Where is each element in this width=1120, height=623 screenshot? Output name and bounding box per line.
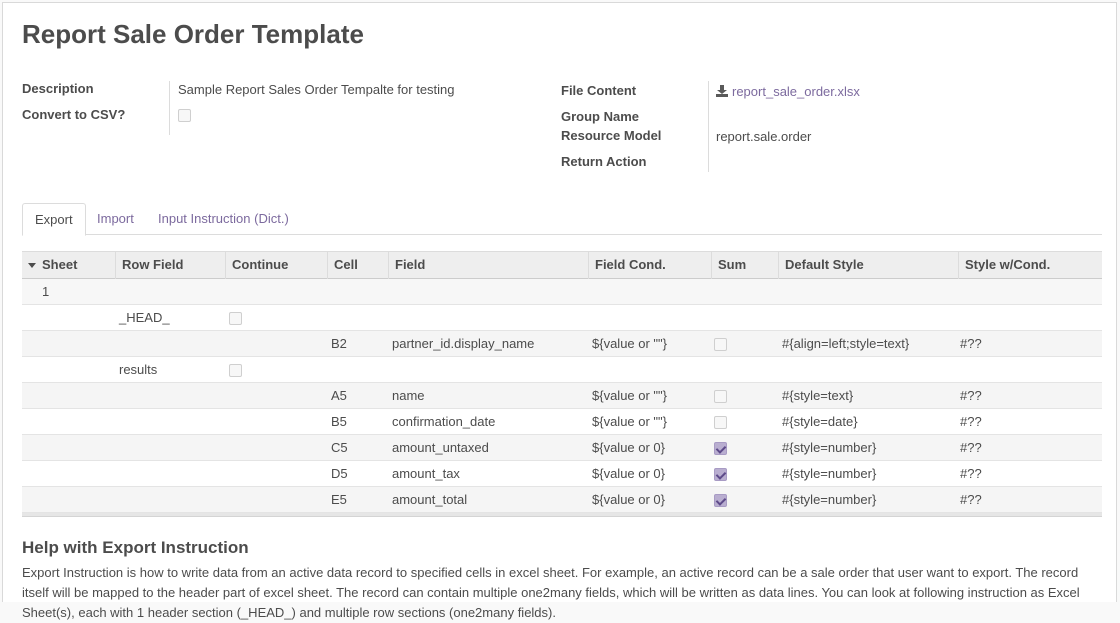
- convert-csv-label: Convert to CSV?: [22, 107, 126, 122]
- field-separator: [708, 81, 709, 172]
- description-label: Description: [22, 81, 94, 96]
- return-action-label: Return Action: [561, 154, 647, 169]
- table-header: Sheet Row Field Continue Cell Field Fiel…: [22, 251, 1102, 279]
- table-row[interactable]: D5 amount_tax ${value or 0} #{style=number}…: [22, 461, 1102, 487]
- group-row[interactable]: 1: [22, 279, 1102, 305]
- tab-input-instruction[interactable]: Input Instruction (Dict.): [146, 203, 301, 235]
- cell-field-cond: ${value or 0}: [592, 440, 666, 455]
- cell-cell: A5: [331, 388, 347, 403]
- col-cell[interactable]: Cell: [327, 252, 388, 279]
- cell-default-style: #{style=text}: [782, 388, 854, 403]
- cell-style-cond: #??: [960, 466, 982, 481]
- tab-export[interactable]: Export: [22, 203, 86, 236]
- cell-default-style: #{align=left;style=text}: [782, 336, 910, 351]
- download-icon: [716, 85, 728, 97]
- cell-field-cond: ${value or ""}: [592, 388, 668, 403]
- notebook-tabs: Export Import Input Instruction (Dict.): [22, 203, 1102, 236]
- convert-csv-checkbox[interactable]: [178, 109, 191, 122]
- cell-field: partner_id.display_name: [392, 336, 535, 351]
- cell-cell: D5: [331, 466, 348, 481]
- file-content-label: File Content: [561, 83, 637, 98]
- cell-field-cond: ${value or ""}: [592, 336, 668, 351]
- table-row[interactable]: _HEAD_: [22, 305, 1102, 331]
- cell-default-style: #{style=date}: [782, 414, 858, 429]
- table-row[interactable]: B5 confirmation_date ${value or ""} #{style…: [22, 409, 1102, 435]
- cell-default-style: #{style=number}: [782, 466, 877, 481]
- tab-import[interactable]: Import: [85, 203, 146, 235]
- cell-style-cond: #??: [960, 388, 982, 403]
- cell-default-style: #{style=number}: [782, 440, 877, 455]
- col-sheet[interactable]: Sheet: [36, 252, 115, 279]
- description-value[interactable]: Sample Report Sales Order Tempalte for t…: [178, 82, 455, 97]
- help-title: Help with Export Instruction: [22, 538, 249, 557]
- table-body: 1 _HEAD_ B2 partner_id.display_name ${value …: [22, 279, 1102, 513]
- cell-field: amount_total: [392, 492, 468, 507]
- table-row[interactable]: E5 amount_total ${value or 0} #{style=numbe…: [22, 487, 1102, 513]
- cell-style-cond: #??: [960, 336, 982, 351]
- continue-checkbox[interactable]: [229, 364, 242, 377]
- file-download-link[interactable]: report_sale_order.xlsx: [716, 84, 860, 99]
- sort-caret-icon[interactable]: [28, 263, 36, 268]
- cell-style-cond: #??: [960, 414, 982, 429]
- col-continue[interactable]: Continue: [225, 252, 327, 279]
- table-row[interactable]: A5 name ${value or ""} #{style=text} #??: [22, 383, 1102, 409]
- table-footer: [22, 513, 1102, 517]
- cell-field: name: [392, 388, 425, 403]
- cell-field-cond: ${value or ""}: [592, 414, 668, 429]
- table-row[interactable]: results: [22, 357, 1102, 383]
- sum-checkbox[interactable]: [714, 416, 727, 429]
- col-row-field[interactable]: Row Field: [115, 252, 225, 279]
- sum-checkbox[interactable]: [714, 442, 727, 455]
- help-text: Export Instruction is how to write data …: [22, 565, 1080, 620]
- cell-field-cond: ${value or 0}: [592, 466, 666, 481]
- sum-checkbox[interactable]: [714, 468, 727, 481]
- col-default-style[interactable]: Default Style: [778, 252, 958, 279]
- continue-checkbox[interactable]: [229, 312, 242, 325]
- sum-checkbox[interactable]: [714, 494, 727, 507]
- col-sum[interactable]: Sum: [711, 252, 778, 279]
- form-sheet: Report Sale Order Template Description C…: [2, 2, 1117, 620]
- sum-checkbox[interactable]: [714, 390, 727, 403]
- sum-checkbox[interactable]: [714, 338, 727, 351]
- cell-cell: C5: [331, 440, 348, 455]
- file-name: report_sale_order.xlsx: [732, 84, 860, 99]
- table-row[interactable]: B2 partner_id.display_name ${value or ""} #…: [22, 331, 1102, 357]
- col-field-cond[interactable]: Field Cond.: [588, 252, 711, 279]
- cell-field-cond: ${value or 0}: [592, 492, 666, 507]
- cell-style-cond: #??: [960, 492, 982, 507]
- cell-field: amount_untaxed: [392, 440, 489, 455]
- cell-cell: B2: [331, 336, 347, 351]
- resource-model-label: Resource Model: [561, 128, 662, 143]
- col-style-cond[interactable]: Style w/Cond.: [958, 252, 1102, 279]
- export-instruction-table: Sheet Row Field Continue Cell Field Fiel…: [22, 251, 1102, 517]
- table-row[interactable]: C5 amount_untaxed ${value or 0} #{style=num…: [22, 435, 1102, 461]
- cell-cell: E5: [331, 492, 347, 507]
- cell-default-style: #{style=number}: [782, 492, 877, 507]
- cell-field: amount_tax: [392, 466, 460, 481]
- cell-row-field: _HEAD_: [119, 310, 170, 325]
- page-title: Report Sale Order Template: [22, 19, 364, 49]
- group-name-label: Group Name: [561, 109, 640, 124]
- cell-row-field: results: [119, 362, 158, 377]
- cell-style-cond: #??: [960, 440, 982, 455]
- cell-cell: B5: [331, 414, 347, 429]
- cell-field: confirmation_date: [392, 414, 496, 429]
- group-label: 1: [42, 284, 50, 299]
- resource-model-value[interactable]: report.sale.order: [716, 129, 811, 144]
- col-field[interactable]: Field: [388, 252, 588, 279]
- field-separator: [169, 81, 170, 135]
